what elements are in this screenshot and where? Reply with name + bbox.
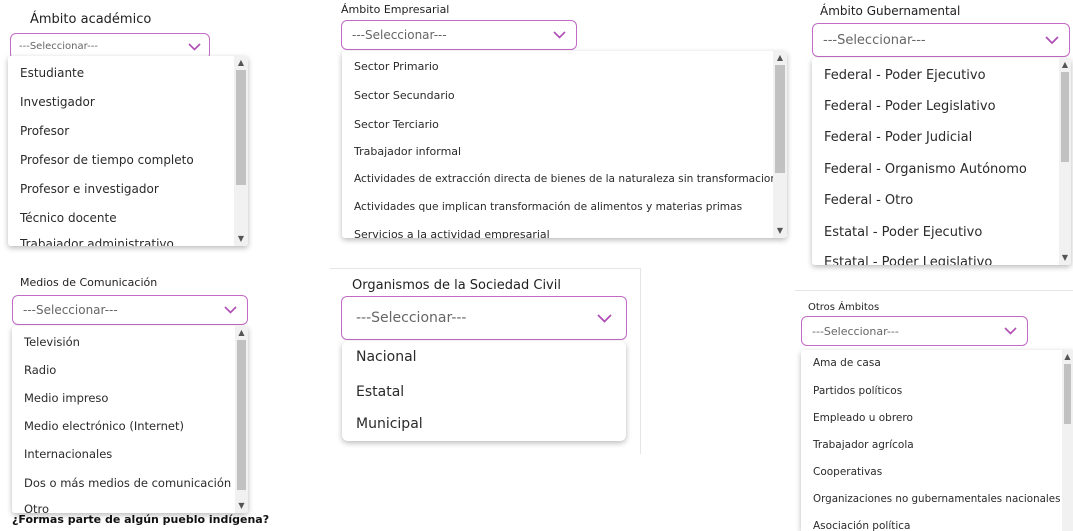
medios-option[interactable]: Medio electrónico (Internet) [24,419,184,433]
academico-option[interactable]: Técnico docente [20,211,117,225]
medios-option[interactable]: Dos o más medios de comunicación [24,476,231,490]
gubernamental-option[interactable]: Estatal - Poder Ejecutivo [824,225,982,240]
chevron-down-icon [1045,35,1059,45]
otros-option[interactable]: Trabajador agrícola [813,439,914,451]
otros-dropdown: Ama de casa Partidos políticos Empleado … [801,350,1073,531]
scroll-thumb[interactable] [1064,364,1071,424]
empresarial-option[interactable]: Sector Secundario [354,89,455,102]
medios-scrollbar[interactable]: ▲ ▼ [235,326,248,513]
chevron-down-icon [1004,327,1017,335]
gubernamental-option[interactable]: Federal - Otro [824,193,913,208]
civil-select[interactable]: ---Seleccionar--- [341,296,627,340]
empresarial-dropdown: Sector Primario Sector Secundario Sector… [342,51,787,238]
chevron-down-icon [188,42,201,51]
otros-option[interactable]: Ama de casa [813,357,881,369]
chevron-down-icon [553,31,566,39]
scroll-thumb[interactable] [237,340,246,490]
academico-option[interactable]: Profesor e investigador [20,182,159,196]
academico-option[interactable]: Trabajador administrativo [20,237,174,246]
empresarial-option[interactable]: Servicios a la actividad empresarial [354,228,550,238]
academico-label: Ámbito académico [30,12,152,27]
scroll-down-icon[interactable]: ▼ [234,234,248,244]
academico-option[interactable]: Profesor de tiempo completo [20,153,194,167]
empresarial-option[interactable]: Sector Terciario [354,118,439,131]
gubernamental-option[interactable]: Federal - Organismo Autónomo [824,162,1027,177]
civil-option[interactable]: Estatal [356,384,404,400]
academico-option[interactable]: Profesor [20,124,69,138]
medios-option[interactable]: Otro [24,502,49,513]
scroll-up-icon[interactable]: ▲ [235,328,248,338]
empresarial-label: Ámbito Empresarial [341,3,450,16]
gubernamental-scrollbar[interactable]: ▲ ▼ [1059,58,1071,265]
otros-label: Otros Ámbitos [808,302,880,313]
academico-placeholder: ---Seleccionar--- [19,41,98,52]
academico-option[interactable]: Estudiante [20,66,84,80]
scroll-up-icon[interactable]: ▲ [1062,352,1073,362]
scroll-up-icon[interactable]: ▲ [234,58,248,68]
empresarial-placeholder: ---Seleccionar--- [352,28,447,42]
scroll-up-icon[interactable]: ▲ [773,53,787,63]
empresarial-option[interactable]: Trabajador informal [354,145,461,158]
medios-dropdown: Televisión Radio Medio impreso Medio ele… [12,326,248,513]
civil-label: Organismos de la Sociedad Civil [352,278,561,293]
scroll-up-icon[interactable]: ▲ [1059,60,1071,70]
scroll-thumb[interactable] [236,70,246,185]
scroll-down-icon[interactable]: ▼ [235,501,248,511]
divider [640,268,641,454]
gubernamental-option[interactable]: Federal - Poder Ejecutivo [824,68,986,83]
otros-select[interactable]: ---Seleccionar--- [801,316,1028,346]
divider [330,268,640,269]
gubernamental-select[interactable]: ---Seleccionar--- [812,23,1070,57]
medios-option[interactable]: Radio [24,363,56,377]
scroll-down-icon[interactable]: ▼ [773,226,787,236]
empresarial-select[interactable]: ---Seleccionar--- [341,20,577,50]
otros-placeholder: ---Seleccionar--- [812,324,899,338]
medios-select[interactable]: ---Seleccionar--- [12,295,248,325]
chevron-down-icon [224,306,237,314]
medios-option[interactable]: Internacionales [24,447,112,461]
gubernamental-label: Ámbito Gubernamental [820,4,961,18]
empresarial-option[interactable]: Actividades que implican transformación … [354,201,742,213]
academico-scrollbar[interactable]: ▲ ▼ [234,56,248,246]
civil-dropdown: Nacional Estatal Municipal [342,341,626,441]
otros-option[interactable]: Partidos políticos [813,385,902,397]
indigenous-question: ¿Formas parte de algún pueblo indígena? [12,513,270,526]
gubernamental-option[interactable]: Estatal - Poder Legislativo [824,255,992,265]
gubernamental-dropdown: Federal - Poder Ejecutivo Federal - Pode… [812,58,1071,265]
chevron-down-icon [597,313,612,323]
otros-option[interactable]: Asociación política [813,520,910,531]
gubernamental-placeholder: ---Seleccionar--- [823,32,926,48]
medios-placeholder: ---Seleccionar--- [23,303,118,317]
civil-option[interactable]: Nacional [356,349,417,365]
divider [795,290,1073,291]
gubernamental-option[interactable]: Federal - Poder Judicial [824,130,972,145]
otros-scrollbar[interactable]: ▲ [1062,350,1073,531]
medios-label: Medios de Comunicación [20,276,158,289]
otros-option[interactable]: Organizaciones no gubernamentales nacion… [813,493,1060,505]
academico-dropdown: Estudiante Investigador Profesor Profeso… [8,56,248,246]
empresarial-option[interactable]: Actividades de extracción directa de bie… [354,173,787,185]
empresarial-option[interactable]: Sector Primario [354,60,439,73]
scroll-down-icon[interactable]: ▼ [1059,253,1071,263]
civil-placeholder: ---Seleccionar--- [356,310,467,326]
otros-option[interactable]: Cooperativas [813,466,882,478]
civil-option[interactable]: Municipal [356,416,423,432]
otros-option[interactable]: Empleado u obrero [813,412,913,424]
scroll-thumb[interactable] [775,65,785,173]
gubernamental-option[interactable]: Federal - Poder Legislativo [824,99,996,114]
medios-option[interactable]: Televisión [24,335,80,349]
scroll-thumb[interactable] [1061,72,1069,162]
empresarial-scrollbar[interactable]: ▲ ▼ [773,51,787,238]
medios-option[interactable]: Medio impreso [24,391,108,405]
academico-option[interactable]: Investigador [20,95,95,109]
